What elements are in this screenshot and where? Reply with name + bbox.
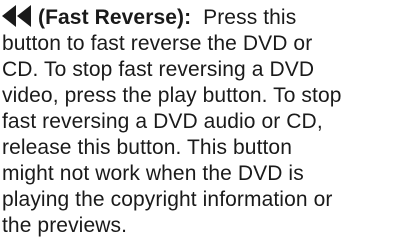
button-name: (Fast Reverse): xyxy=(38,6,192,29)
description-line: fast reversing a DVD audio or CD, xyxy=(2,110,323,133)
description-line: button to fast reverse the DVD or xyxy=(2,32,313,55)
description-line: release this button. This button xyxy=(2,136,292,159)
description-line: the previews. xyxy=(2,214,128,237)
fast-reverse-icon xyxy=(2,5,31,27)
description-line: Press this xyxy=(203,6,297,29)
description-line: CD. To stop fast reversing a DVD xyxy=(2,58,315,81)
description-line: playing the copyright information or xyxy=(2,188,333,211)
manual-entry-fast-reverse: (Fast Reverse): Press this button to fas… xyxy=(0,0,407,247)
description-line: might not work when the DVD is xyxy=(2,162,304,185)
entry-first-line: (Fast Reverse): Press this xyxy=(2,4,296,32)
description-line: video, press the play button. To stop xyxy=(2,84,342,107)
